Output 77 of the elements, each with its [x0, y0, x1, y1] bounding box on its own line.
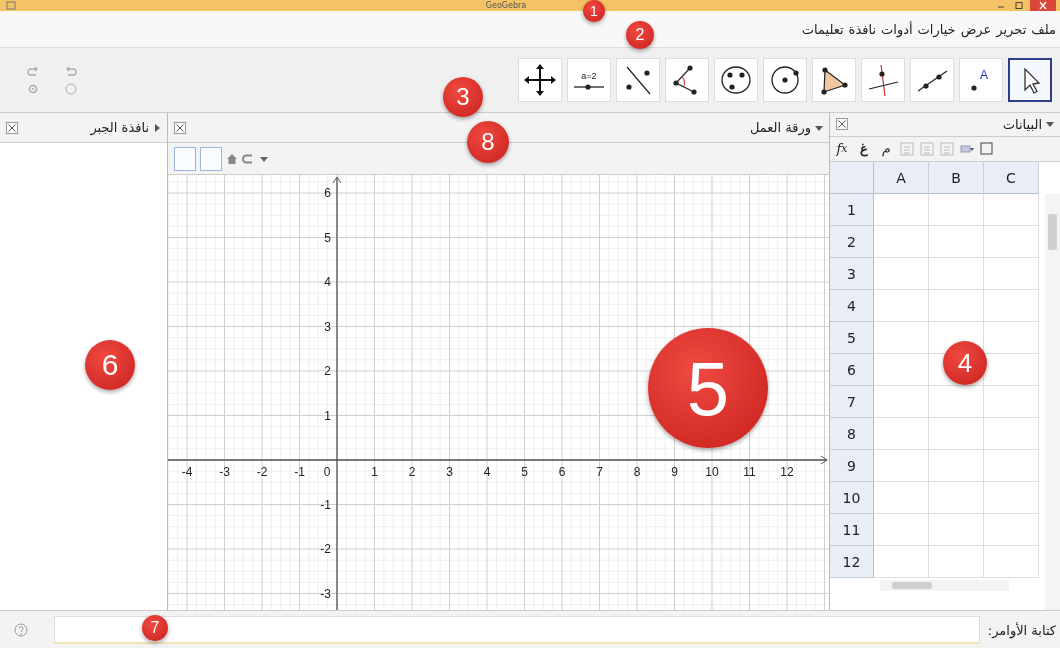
- border-icon[interactable]: [980, 141, 994, 156]
- axis-label: 7: [596, 465, 603, 479]
- axis-label: 9: [671, 465, 678, 479]
- row-header[interactable]: 7: [830, 386, 874, 418]
- axis-label: -1: [294, 465, 305, 479]
- close-icon[interactable]: [174, 121, 186, 134]
- menu-item[interactable]: خيارات: [917, 21, 956, 37]
- axis-label: 0: [323, 465, 331, 479]
- panel-title: ورقة العمل: [749, 120, 811, 135]
- caret-icon[interactable]: [815, 123, 823, 132]
- column-header[interactable]: B: [929, 162, 984, 194]
- axis-label: 3: [324, 319, 331, 334]
- row-header[interactable]: 12: [830, 546, 874, 578]
- axis-label: 3: [446, 465, 453, 479]
- row-header[interactable]: 5: [830, 322, 874, 354]
- menu-item[interactable]: عرض: [960, 21, 992, 37]
- tool-button[interactable]: [1008, 58, 1052, 102]
- scrollbar-thumb[interactable]: [892, 582, 932, 589]
- axis-label: 1: [324, 408, 331, 423]
- menu-item[interactable]: نافذة: [848, 21, 877, 37]
- axis-label: 2: [408, 465, 416, 479]
- settings-icon[interactable]: [26, 83, 40, 95]
- axis-label: -2: [256, 465, 268, 479]
- maximize-icon[interactable]: [1012, 1, 1026, 10]
- axis-label: 1: [371, 465, 378, 479]
- row-header[interactable]: 3: [830, 258, 874, 290]
- axis-label: 4: [324, 275, 331, 289]
- axis-label: -4: [181, 465, 193, 479]
- row-header[interactable]: 6: [830, 354, 874, 386]
- column-header[interactable]: C: [984, 162, 1039, 194]
- row-header[interactable]: 8: [830, 418, 874, 450]
- row-header[interactable]: 11: [830, 514, 874, 546]
- input-field[interactable]: [54, 616, 980, 644]
- input-label: كتابة الأوامر:: [987, 622, 1056, 638]
- axis-label: 11: [743, 465, 756, 479]
- grid-toggle-button[interactable]: [200, 146, 222, 171]
- row-header[interactable]: 1: [830, 194, 874, 226]
- app-icon: [4, 1, 18, 10]
- horizontal-scrollbar[interactable]: [880, 580, 1009, 591]
- scrollbar-thumb[interactable]: [1048, 214, 1057, 250]
- panel-title: نافذة الجبر: [90, 120, 149, 135]
- menu-item[interactable]: تعليمات: [801, 21, 844, 37]
- close-icon[interactable]: [6, 121, 18, 134]
- row-header[interactable]: 4: [830, 290, 874, 322]
- axis-label: 4: [483, 465, 491, 479]
- axis-label: 5: [521, 465, 528, 479]
- axis-label: 12: [780, 465, 794, 479]
- menu-item[interactable]: أدوات: [881, 21, 913, 37]
- vertical-scrollbar[interactable]: [1045, 194, 1060, 610]
- row-header[interactable]: 2: [830, 226, 874, 258]
- axis-label: -2: [320, 542, 331, 556]
- panel-title: البيانات: [1002, 116, 1042, 132]
- menu-item[interactable]: ملف: [1031, 21, 1056, 37]
- menu-item[interactable]: تحرير: [996, 21, 1027, 37]
- axis-label: -3: [320, 586, 331, 601]
- column-header[interactable]: A: [874, 162, 929, 194]
- style-icon[interactable]: [242, 152, 254, 165]
- home-icon[interactable]: [226, 152, 238, 165]
- caret-icon[interactable]: [1046, 120, 1054, 129]
- italic-button[interactable]: م: [878, 138, 894, 159]
- caret-icon[interactable]: [153, 123, 161, 132]
- redo-icon[interactable]: [26, 65, 40, 77]
- undo-icon[interactable]: [64, 65, 78, 77]
- row-header[interactable]: 10: [830, 482, 874, 514]
- axis-label: 6: [324, 186, 331, 200]
- bold-button[interactable]: غ: [856, 138, 872, 159]
- axis-label: 6: [558, 465, 566, 479]
- close-icon[interactable]: [836, 118, 848, 131]
- row-header[interactable]: 9: [830, 450, 874, 482]
- axis-label: 5: [324, 230, 331, 245]
- axes-toggle-button[interactable]: [174, 146, 196, 171]
- axis-label: 8: [633, 465, 641, 479]
- axis-label: -3: [219, 465, 230, 479]
- axis-label: -1: [320, 497, 331, 512]
- window-title: GeoGebra: [485, 0, 527, 11]
- axis-label: 2: [324, 364, 331, 378]
- axis-label: 10: [705, 465, 719, 479]
